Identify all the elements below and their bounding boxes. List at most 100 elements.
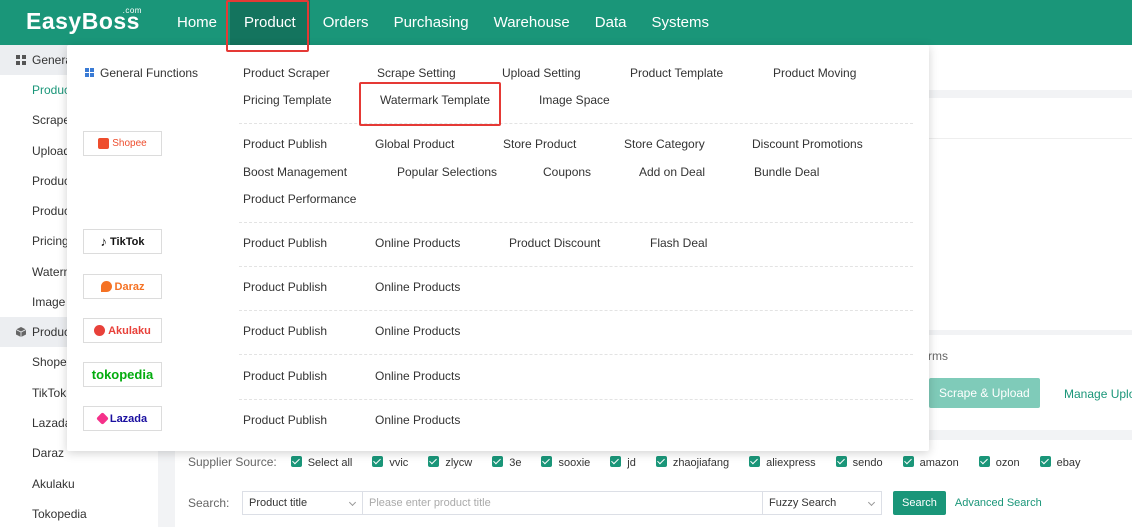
menu-item-image-space[interactable]: Image Space (539, 93, 610, 107)
main-nav: Home Product Orders Purchasing Warehouse… (165, 0, 722, 45)
tiktok-note-icon: ♪ (100, 234, 108, 249)
menu-item-shopee-bundle-deal[interactable]: Bundle Deal (754, 165, 819, 179)
menu-item-shopee-add-on-deal[interactable]: Add on Deal (639, 165, 705, 179)
menu-divider (239, 354, 913, 355)
menu-item-shopee-product-performance[interactable]: Product Performance (243, 192, 356, 206)
menu-item-tiktok-product-publish[interactable]: Product Publish (243, 236, 327, 250)
checkbox-icon[interactable] (541, 455, 553, 467)
supplier-option-label: 3e (509, 456, 522, 469)
supplier-option-label: ozon (995, 456, 1020, 469)
nav-data[interactable]: Data (583, 0, 639, 45)
platforms-text: rms (928, 349, 948, 363)
advanced-search-link[interactable]: Advanced Search (955, 497, 1042, 509)
menu-item-product-moving[interactable]: Product Moving (773, 66, 856, 80)
menu-item-pricing-template[interactable]: Pricing Template (243, 93, 332, 107)
supplier-option-label: sendo (852, 456, 883, 469)
menu-item-lazada-online-products[interactable]: Online Products (375, 413, 460, 427)
menu-item-daraz-product-publish[interactable]: Product Publish (243, 280, 327, 294)
menu-item-shopee-store-category[interactable]: Store Category (624, 137, 705, 151)
scrape-upload-button[interactable]: Scrape & Upload (929, 378, 1040, 408)
supplier-option[interactable]: zlycw (428, 455, 473, 469)
search-field-select[interactable]: Product title (242, 491, 363, 515)
supplier-option[interactable]: jd (610, 455, 636, 469)
menu-item-shopee-discount-promotions[interactable]: Discount Promotions (752, 137, 863, 151)
nav-product[interactable]: Product (230, 0, 310, 45)
checkbox-icon[interactable] (655, 455, 667, 467)
menu-item-shopee-coupons[interactable]: Coupons (543, 165, 591, 179)
search-row: Search: Product title Please enter produ… (188, 491, 1042, 515)
menu-item-watermark-template[interactable]: Watermark Template (380, 93, 490, 107)
nav-home[interactable]: Home (165, 0, 229, 45)
supplier-option[interactable]: aliexpress (749, 455, 816, 469)
menu-item-tiktok-online-products[interactable]: Online Products (375, 236, 460, 250)
menu-item-tiktok-flash-deal[interactable]: Flash Deal (650, 236, 707, 250)
menu-item-shopee-boost-management[interactable]: Boost Management (243, 165, 347, 179)
shopee-bag-icon (98, 138, 110, 149)
menu-item-shopee-store-product[interactable]: Store Product (503, 137, 576, 151)
checkbox-icon[interactable] (372, 455, 384, 467)
menu-item-daraz-online-products[interactable]: Online Products (375, 280, 460, 294)
checkbox-icon[interactable] (978, 455, 990, 467)
tokopedia-logo-text: tokopedia (91, 367, 154, 382)
checkbox-icon[interactable] (1039, 455, 1051, 467)
menu-divider (239, 266, 913, 267)
menu-item-akulaku-online-products[interactable]: Online Products (375, 324, 460, 338)
supplier-option[interactable]: sendo (835, 455, 883, 469)
nav-orders[interactable]: Orders (311, 0, 381, 45)
app-logo[interactable]: EasyBoss .com (26, 6, 141, 35)
menu-item-tiktok-product-discount[interactable]: Product Discount (509, 236, 600, 250)
supplier-option[interactable]: ebay (1039, 455, 1081, 469)
menu-item-product-scraper[interactable]: Product Scraper (243, 66, 330, 80)
checkbox-icon[interactable] (492, 455, 504, 467)
menu-item-lazada-product-publish[interactable]: Product Publish (243, 413, 327, 427)
top-nav-bar: EasyBoss .com Home Product Orders Purchas… (0, 0, 1132, 45)
supplier-option[interactable]: zhaojiafang (655, 455, 729, 469)
supplier-option[interactable]: sooxie (541, 455, 591, 469)
menu-item-tokopedia-online-products[interactable]: Online Products (375, 369, 460, 383)
checkbox-icon[interactable] (428, 455, 440, 467)
menu-item-scrape-setting[interactable]: Scrape Setting (377, 66, 456, 80)
checkbox-icon[interactable] (610, 455, 622, 467)
platform-logo-lazada: Lazada (83, 406, 162, 431)
supplier-option-label: zlycw (445, 456, 473, 469)
menu-item-akulaku-product-publish[interactable]: Product Publish (243, 324, 327, 338)
search-mode-select[interactable]: Fuzzy Search (763, 491, 882, 515)
search-label: Search: (188, 496, 230, 510)
menu-item-shopee-global-product[interactable]: Global Product (375, 137, 454, 151)
checkbox-icon[interactable] (835, 455, 847, 467)
supplier-option[interactable]: amazon (902, 455, 959, 469)
menu-item-tokopedia-product-publish[interactable]: Product Publish (243, 369, 327, 383)
supplier-option[interactable]: Select all (290, 455, 352, 469)
menu-divider (239, 123, 913, 124)
product-dropdown-menu: General Functions Product Scraper Scrape… (67, 45, 929, 451)
supplier-option[interactable]: 3e (492, 455, 522, 469)
supplier-option-label: sooxie (558, 456, 591, 469)
supplier-option-label: vvic (389, 456, 409, 469)
menu-item-shopee-product-publish[interactable]: Product Publish (243, 137, 327, 151)
nav-purchasing[interactable]: Purchasing (382, 0, 481, 45)
daraz-logo-text: Daraz (114, 280, 145, 293)
nav-systems[interactable]: Systems (639, 0, 721, 45)
checkbox-icon[interactable] (902, 455, 914, 467)
supplier-option[interactable]: vvic (372, 455, 409, 469)
search-field-value: Product title (249, 497, 308, 509)
menu-divider (239, 310, 913, 311)
manage-upload-link[interactable]: Manage Uplo (1064, 387, 1132, 401)
search-button[interactable]: Search (893, 491, 946, 515)
supplier-option-label: ebay (1056, 456, 1081, 469)
menu-item-product-template[interactable]: Product Template (630, 66, 723, 80)
checkbox-icon[interactable] (749, 455, 761, 467)
sidebar-item-tokopedia[interactable]: Tokopedia (0, 499, 158, 527)
checkbox-icon[interactable] (290, 455, 302, 467)
supplier-source-row: Supplier Source: Select all vvic zlycw 3… (188, 455, 1100, 469)
nav-warehouse[interactable]: Warehouse (482, 0, 582, 45)
menu-item-upload-setting[interactable]: Upload Setting (502, 66, 581, 80)
search-input[interactable]: Please enter product title (363, 491, 763, 515)
platform-logo-shopee: Shopee (83, 131, 162, 156)
sidebar-item-akulaku[interactable]: Akulaku (0, 469, 158, 499)
akulaku-logo-text: Akulaku (108, 324, 151, 337)
menu-item-shopee-popular-selections[interactable]: Popular Selections (397, 165, 497, 179)
supplier-label: Supplier Source: (188, 455, 277, 469)
supplier-option[interactable]: ozon (978, 455, 1020, 469)
chevron-down-icon (867, 498, 876, 507)
